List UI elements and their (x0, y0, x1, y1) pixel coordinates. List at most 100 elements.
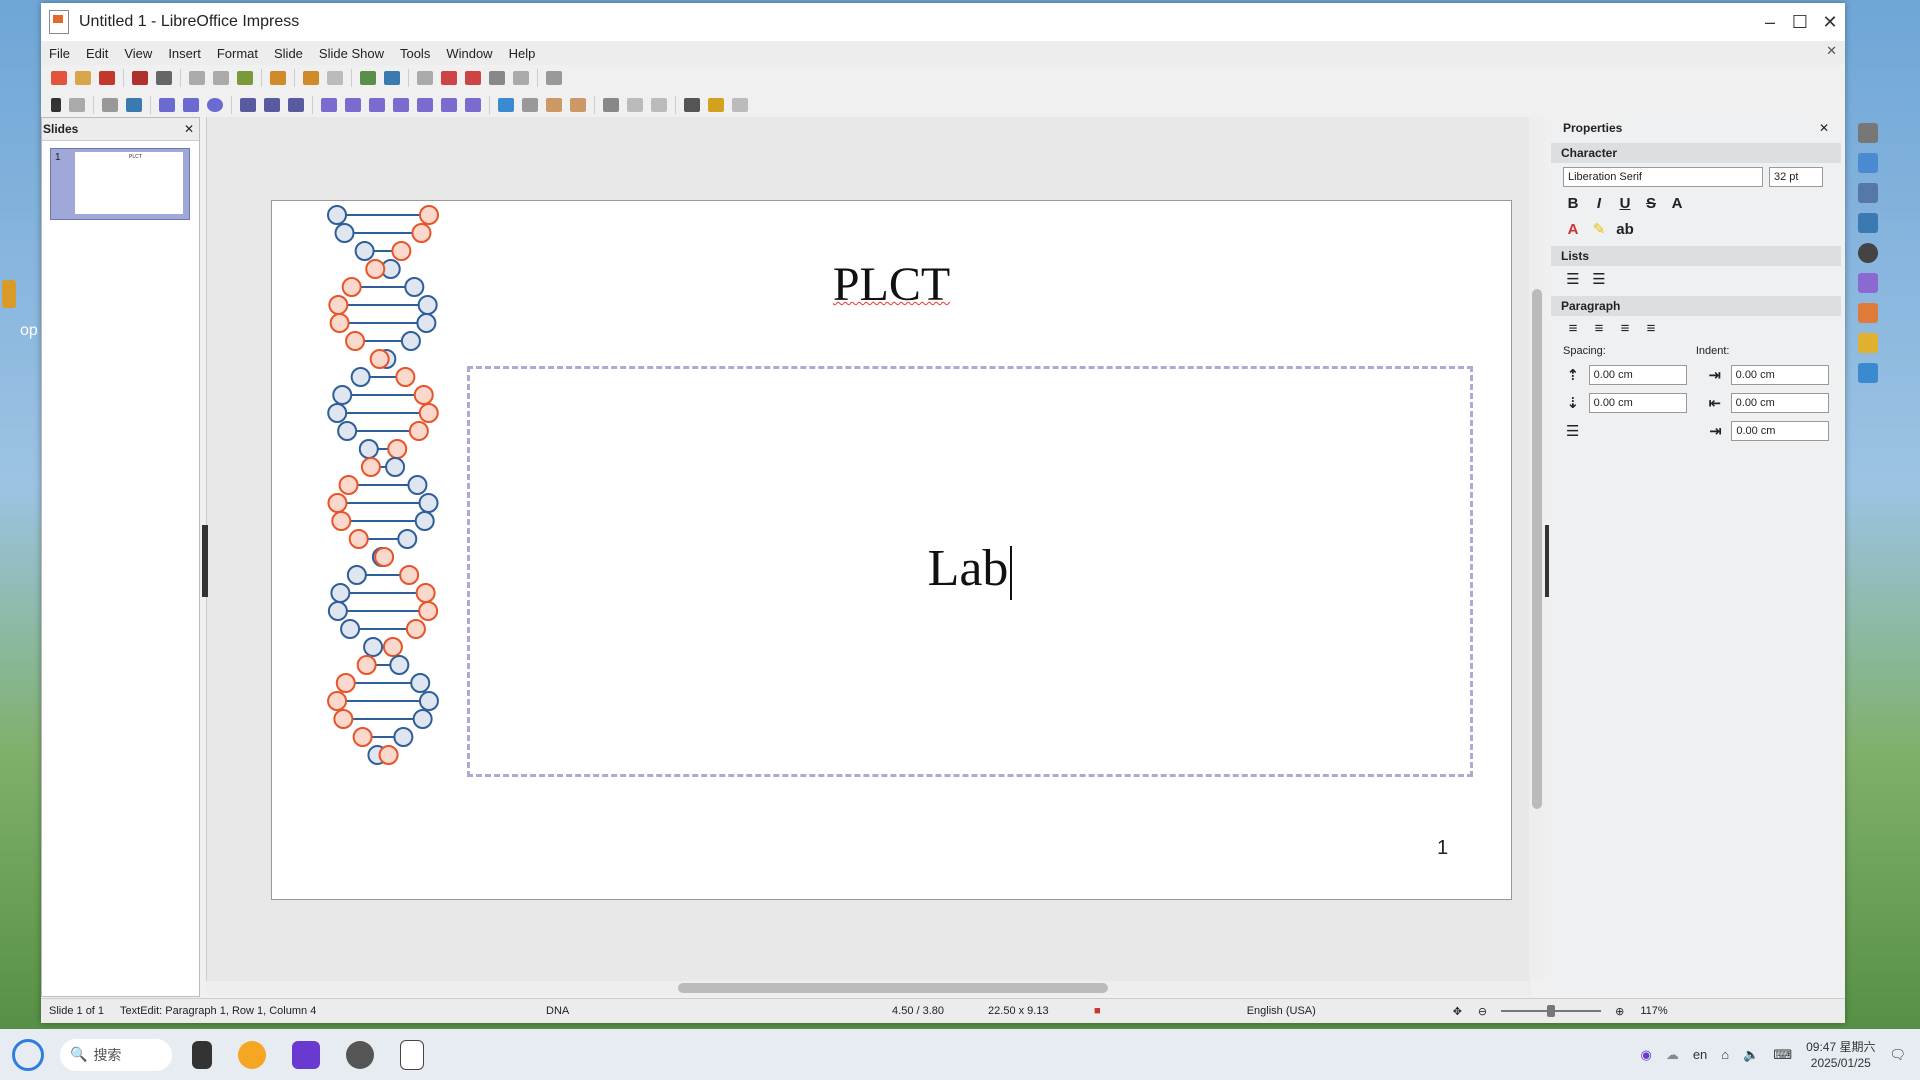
helplines-icon[interactable] (441, 71, 457, 85)
underline-icon[interactable]: U (1615, 195, 1635, 212)
menu-format[interactable]: Format (217, 46, 258, 61)
keyboard-icon[interactable]: ⌨ (1773, 1047, 1792, 1063)
ordered-list-icon[interactable]: ☰ (1589, 270, 1609, 288)
lists-section-header[interactable]: Lists (1551, 246, 1841, 266)
slides-pane-collapse-handle[interactable] (202, 525, 208, 597)
filter-icon[interactable] (651, 98, 667, 112)
file-manager-icon[interactable] (238, 1040, 266, 1069)
align-right-icon[interactable]: ≡ (1615, 320, 1635, 337)
vertical-scroll-thumb[interactable] (1532, 289, 1542, 809)
slide[interactable]: PLCT Lab 1 (271, 200, 1512, 900)
indent-before-field[interactable]: 0.00 cm (1730, 365, 1829, 385)
status-layout[interactable]: DNA (538, 1005, 884, 1017)
save-icon[interactable] (99, 71, 115, 85)
character-spacing-icon[interactable]: ab (1615, 221, 1635, 238)
menu-file[interactable]: File (49, 46, 70, 61)
styles-tab-icon[interactable] (1858, 183, 1878, 203)
settings-icon[interactable] (346, 1040, 374, 1069)
content-text[interactable]: Lab (470, 539, 1470, 601)
gallery-tab-icon[interactable] (1858, 213, 1878, 233)
shapes-tab-icon[interactable] (1858, 273, 1878, 293)
align-icon[interactable] (522, 98, 538, 112)
menu-slide-show[interactable]: Slide Show (319, 46, 384, 61)
volume-icon[interactable]: 🔈 (1743, 1047, 1759, 1063)
rotate-icon[interactable] (498, 98, 514, 112)
menu-edit[interactable]: Edit (86, 46, 108, 61)
export-pdf-icon[interactable] (132, 71, 148, 85)
menu-slide[interactable]: Slide (274, 46, 303, 61)
close-document-button[interactable]: ✕ (1826, 43, 1837, 59)
multitask-view-icon[interactable] (192, 1040, 212, 1069)
rectangle-icon[interactable] (183, 98, 199, 112)
menu-view[interactable]: View (124, 46, 152, 61)
fill-color-icon[interactable] (126, 98, 142, 112)
taskbar-search[interactable]: 🔍 搜索 (60, 1038, 172, 1071)
document-modified-icon[interactable]: ■ (1086, 1005, 1109, 1017)
zoom-in-icon[interactable]: ⊕ (1607, 1005, 1632, 1018)
first-line-indent-field[interactable]: 0.00 cm (1731, 421, 1829, 441)
slide-title[interactable]: PLCT (272, 257, 1511, 312)
slides-pane-close-button[interactable]: ✕ (184, 122, 194, 136)
menu-help[interactable]: Help (509, 46, 536, 61)
copy-icon[interactable] (213, 71, 229, 85)
symbol-shapes-icon[interactable] (345, 98, 361, 112)
align-left-icon[interactable]: ≡ (1563, 320, 1583, 337)
line-color-icon[interactable] (102, 98, 118, 112)
arrow-icon[interactable] (240, 98, 256, 112)
unordered-list-icon[interactable]: ☰ (1563, 270, 1583, 288)
input-language[interactable]: en (1693, 1047, 1707, 1062)
impress-taskbar-icon[interactable] (400, 1039, 424, 1070)
callouts-icon[interactable] (417, 98, 433, 112)
open-icon[interactable] (75, 71, 91, 85)
horizontal-scrollbar[interactable] (206, 981, 1529, 995)
zoom-slider[interactable] (1501, 1005, 1602, 1017)
indent-after-field[interactable]: 0.00 cm (1730, 393, 1829, 413)
zoom-pan-icon[interactable] (69, 98, 85, 112)
clone-formatting-icon[interactable] (270, 71, 286, 85)
glue-points-icon[interactable] (708, 98, 724, 112)
basic-shapes-icon[interactable] (321, 98, 337, 112)
network-icon[interactable]: ⌂ (1721, 1047, 1729, 1062)
status-language[interactable]: English (USA) (1239, 1005, 1445, 1017)
duplicate-slide-icon[interactable] (489, 71, 505, 85)
undo-icon[interactable] (303, 71, 319, 85)
find-replace-icon[interactable] (360, 71, 376, 85)
ellipse-icon[interactable] (207, 98, 223, 112)
connector-icon[interactable] (288, 98, 304, 112)
menu-insert[interactable]: Insert (168, 46, 201, 61)
spelling-icon[interactable] (384, 71, 400, 85)
close-button[interactable]: ✕ (1815, 12, 1845, 33)
points-icon[interactable] (684, 98, 700, 112)
distribute-icon[interactable] (570, 98, 586, 112)
flowchart-icon[interactable] (393, 98, 409, 112)
app-store-icon[interactable] (292, 1040, 320, 1069)
shadow-icon[interactable] (603, 98, 619, 112)
minimize-button[interactable]: – (1755, 12, 1785, 33)
slide-layout-icon[interactable] (546, 71, 562, 85)
font-name-field[interactable]: Liberation Serif (1563, 167, 1763, 187)
slide-transition-tab-icon[interactable] (1858, 303, 1878, 323)
slide-thumbnail[interactable]: 1 PLCT (50, 148, 190, 220)
bold-icon[interactable]: B (1563, 195, 1583, 212)
new-icon[interactable] (51, 71, 67, 85)
cut-icon[interactable] (189, 71, 205, 85)
stars-icon[interactable] (441, 98, 457, 112)
horizontal-scroll-thumb[interactable] (678, 983, 1108, 993)
sidebar-menu-icon[interactable] (1858, 123, 1878, 143)
screen-record-icon[interactable]: ◉ (1640, 1047, 1651, 1063)
vertical-scrollbar[interactable] (1529, 117, 1545, 979)
properties-close-button[interactable]: ✕ (1819, 121, 1829, 135)
desktop-folder-icon[interactable] (2, 280, 16, 308)
maximize-button[interactable]: ☐ (1785, 12, 1815, 33)
menu-window[interactable]: Window (446, 46, 492, 61)
crop-icon[interactable] (627, 98, 643, 112)
character-section-header[interactable]: Character (1551, 143, 1841, 163)
menu-tools[interactable]: Tools (400, 46, 430, 61)
navigator-tab-icon[interactable] (1858, 243, 1878, 263)
cloud-icon[interactable]: ☁ (1666, 1047, 1679, 1063)
content-textbox[interactable]: Lab (467, 366, 1473, 777)
print-icon[interactable] (156, 71, 172, 85)
spacing-above-field[interactable]: 0.00 cm (1588, 365, 1687, 385)
animation-tab-icon[interactable] (1858, 333, 1878, 353)
arrange-icon[interactable] (546, 98, 562, 112)
